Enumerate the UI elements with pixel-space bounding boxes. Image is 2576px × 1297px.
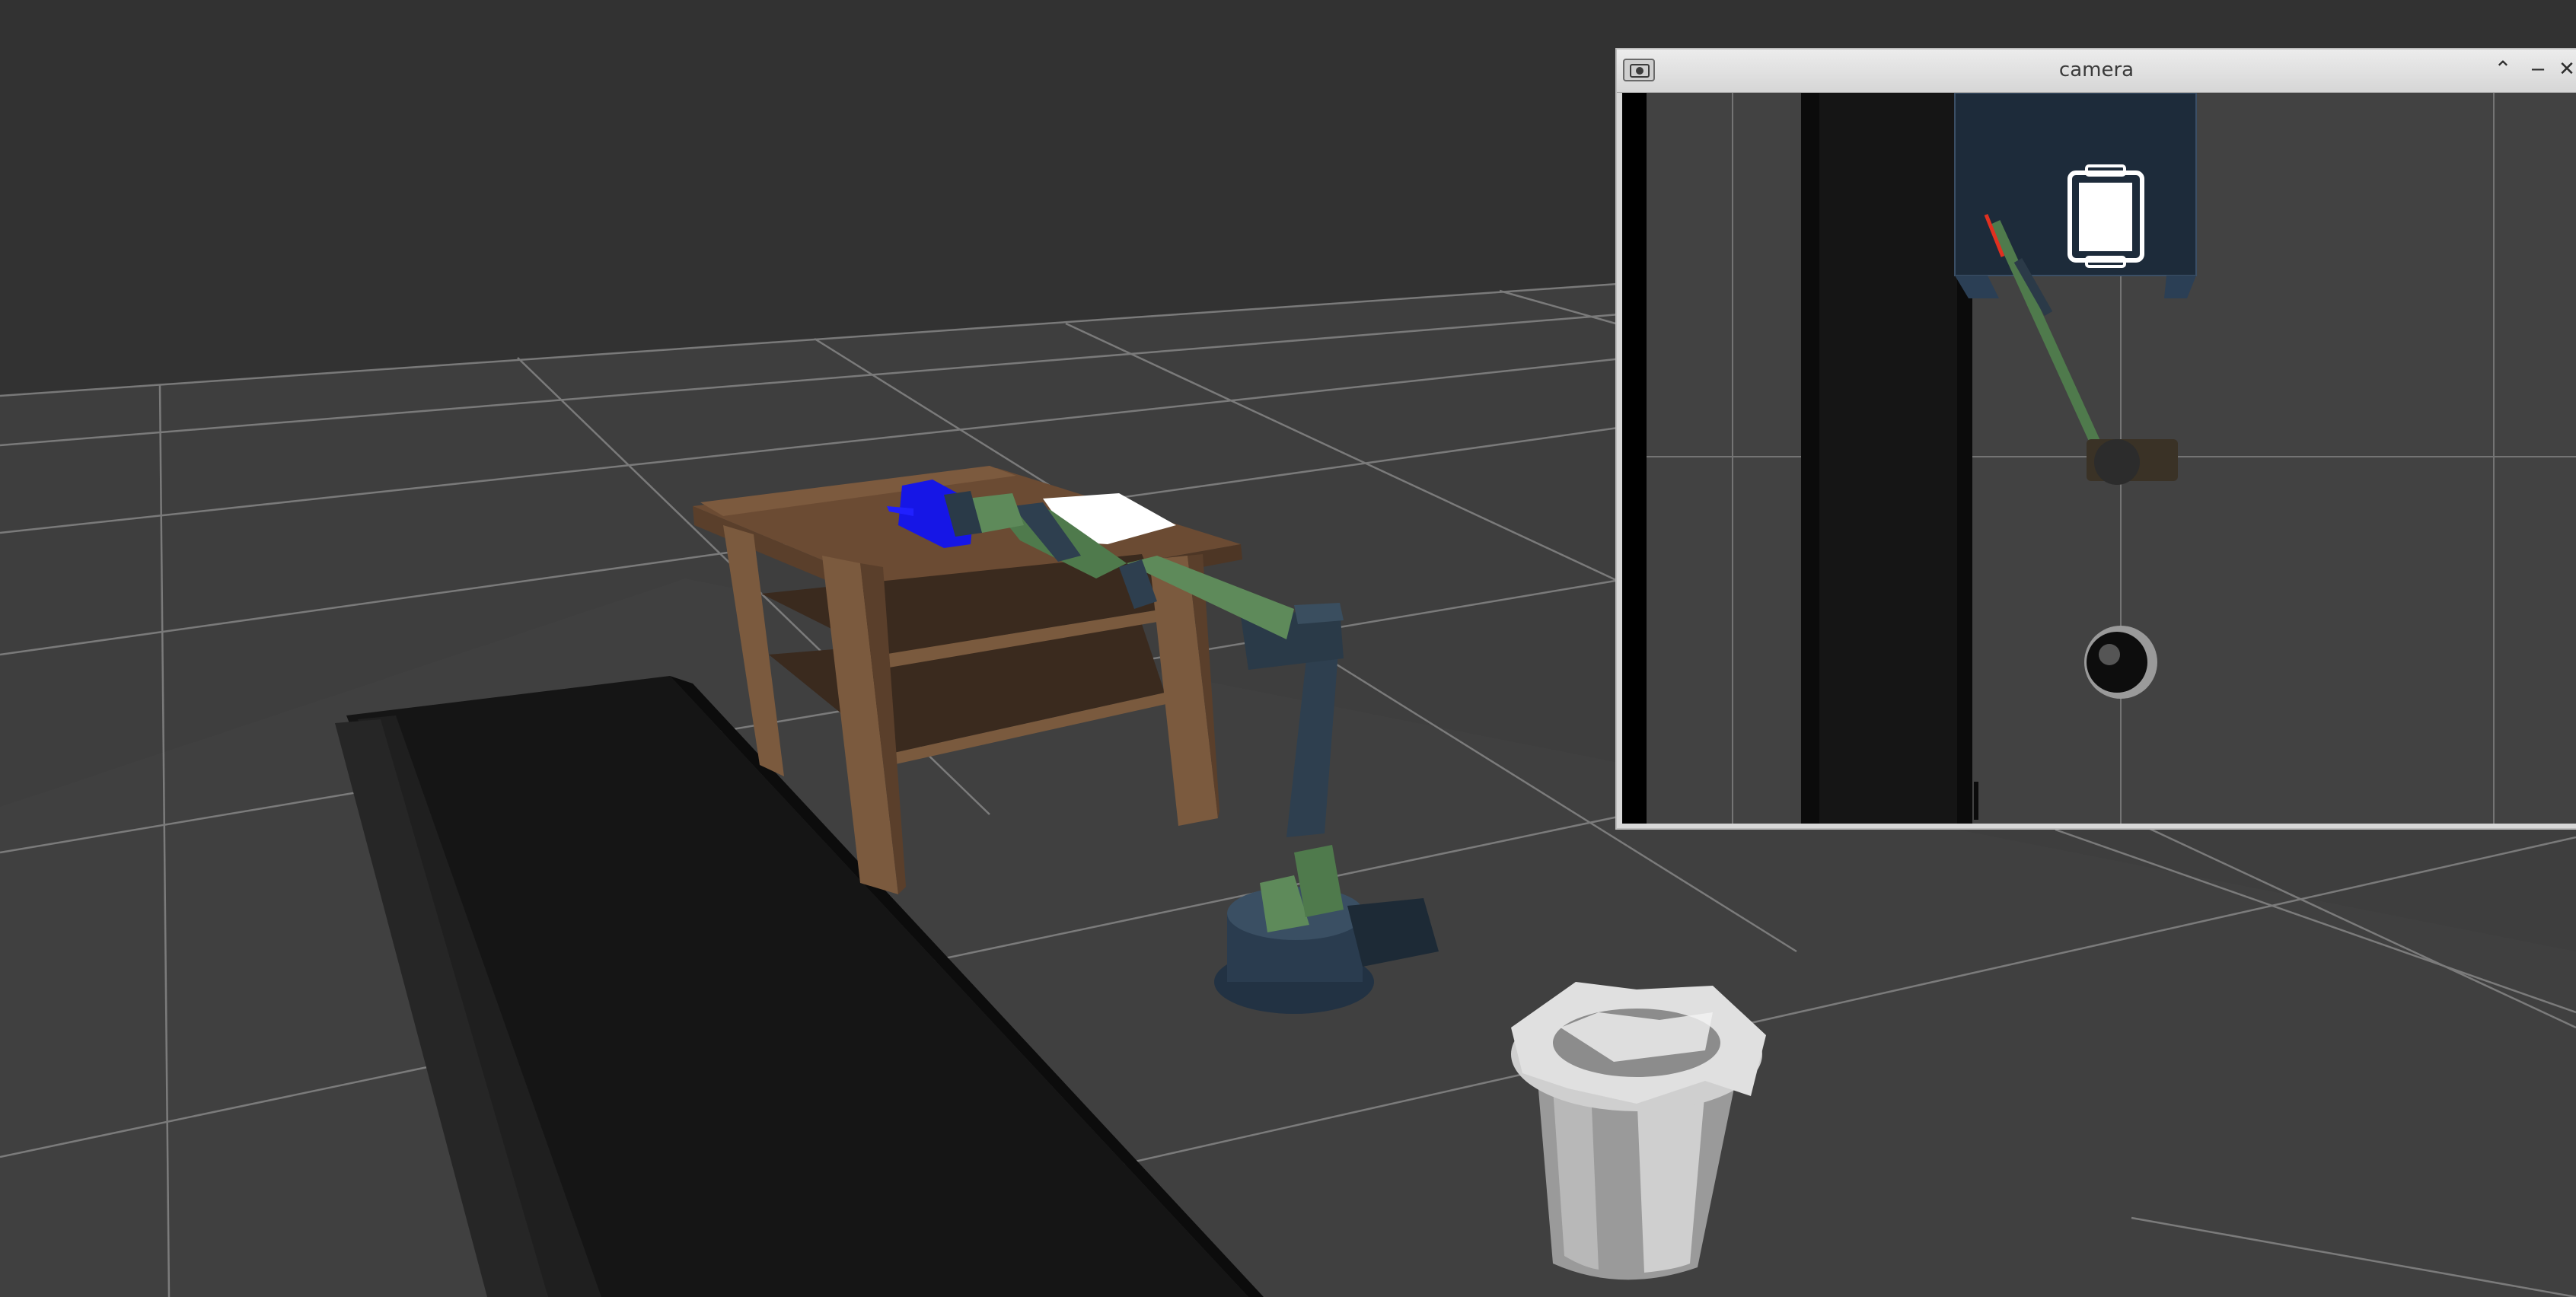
camera-window[interactable]: camera ⌃ ‒ ✕ [1615, 48, 2576, 830]
camera-window-title: camera [2058, 59, 2134, 81]
camera-table [1955, 93, 2196, 276]
camera-view[interactable] [1622, 93, 2576, 824]
camera-conveyor [1801, 93, 1972, 824]
simulation-viewport[interactable]: camera ⌃ ‒ ✕ [0, 0, 2576, 1297]
minimize-icon[interactable]: ‒ [2523, 58, 2553, 81]
close-icon[interactable]: ✕ [2556, 59, 2576, 81]
camera-left-edge [1622, 93, 1647, 824]
camera-window-titlebar[interactable]: camera ⌃ ‒ ✕ [1617, 49, 2576, 93]
shade-up-icon[interactable]: ⌃ [2488, 59, 2518, 81]
camera-trash-can [2084, 626, 2157, 699]
